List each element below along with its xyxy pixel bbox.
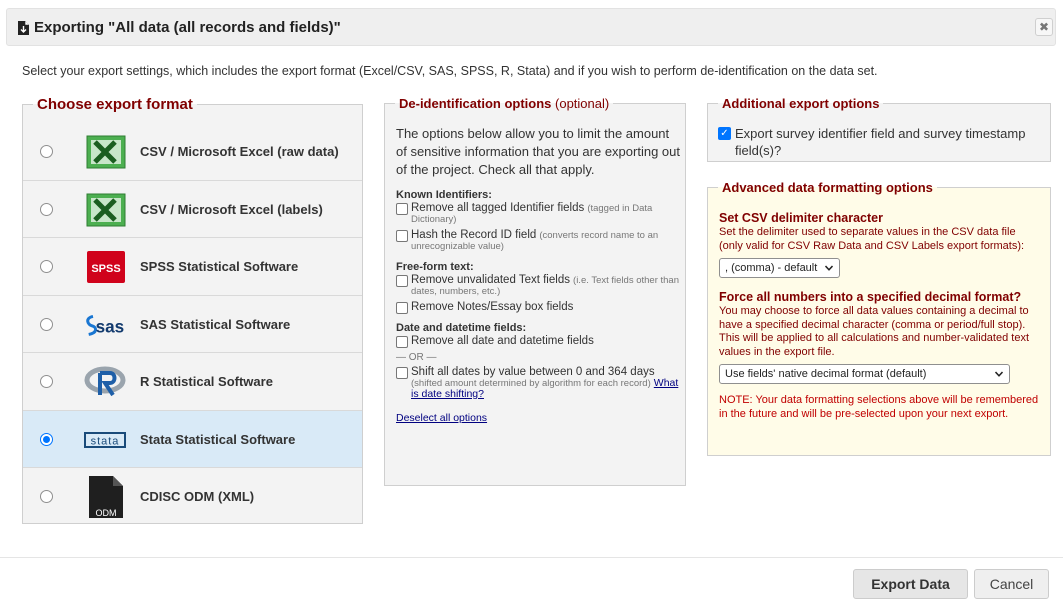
delimiter-select-value: , (comma) - default bbox=[725, 262, 818, 274]
decimal-description: You may choose to force all data values … bbox=[719, 305, 1030, 358]
stata-icon-text: stata bbox=[91, 435, 120, 447]
advanced-formatting-group: Advanced data formatting options Set CSV… bbox=[707, 180, 1051, 456]
format-option-stata[interactable]: stata Stata Statistical Software bbox=[23, 410, 362, 468]
shift-dates-option[interactable]: Shift all dates by value between 0 and 3… bbox=[396, 366, 680, 400]
free-form-title: Free-form text: bbox=[396, 261, 474, 273]
sas-icon-text: sas bbox=[96, 316, 125, 336]
stata-icon: stata bbox=[84, 431, 126, 448]
export-survey-fields-option[interactable]: ✓ Export survey identifier field and sur… bbox=[718, 125, 1038, 159]
deidentification-intro: The options below allow you to limit the… bbox=[396, 126, 680, 177]
remove-notes-option[interactable]: Remove Notes/Essay box fields bbox=[396, 301, 680, 314]
odm-icon-text: ODM bbox=[96, 508, 117, 518]
decimal-select[interactable]: Use fields' native decimal format (defau… bbox=[719, 364, 1010, 384]
format-label: SPSS Statistical Software bbox=[140, 259, 299, 274]
format-label: CSV / Microsoft Excel (raw data) bbox=[140, 144, 339, 159]
format-label: CSV / Microsoft Excel (labels) bbox=[140, 201, 323, 217]
remove-identifiers-label: Remove all tagged Identifier fields bbox=[411, 202, 585, 214]
additional-options-legend: Additional export options bbox=[722, 96, 880, 111]
remove-dates-checkbox[interactable] bbox=[396, 336, 408, 348]
delimiter-select[interactable]: , (comma) - default bbox=[719, 258, 841, 278]
format-label: CDISC ODM (XML) bbox=[140, 489, 255, 504]
remove-dates-label: Remove all date and datetime fields bbox=[411, 335, 594, 347]
spss-icon-text: SPSS bbox=[91, 263, 120, 275]
footer-divider bbox=[0, 557, 1063, 558]
or-separator: — OR — bbox=[396, 352, 437, 363]
deidentification-legend: De-identification options (optional) bbox=[395, 96, 613, 111]
dialog-titlebar: Exporting "All data (all records and fie… bbox=[6, 8, 1056, 46]
hash-record-id-checkbox[interactable] bbox=[396, 230, 408, 242]
remove-dates-option[interactable]: Remove all date and datetime fields bbox=[396, 335, 680, 348]
additional-options-group: Additional export options ✓ Export surve… bbox=[707, 96, 1051, 162]
format-option-r[interactable]: R Statistical Software bbox=[23, 353, 362, 411]
export-format-group: Choose export format CSV / Microsoft Exc… bbox=[22, 96, 363, 524]
deidentification-group: De-identification options (optional) The… bbox=[384, 96, 686, 486]
export-survey-fields-checkbox[interactable]: ✓ bbox=[718, 127, 731, 140]
dialog-title: Exporting "All data (all records and fie… bbox=[34, 19, 341, 36]
shift-dates-label: Shift all dates by value between 0 and 3… bbox=[411, 366, 655, 378]
format-label: R Statistical Software bbox=[140, 374, 273, 389]
export-format-list: CSV / Microsoft Excel (raw data) CSV / M… bbox=[23, 123, 362, 526]
excel-icon bbox=[86, 135, 126, 169]
close-icon[interactable]: ✖ bbox=[1039, 20, 1049, 34]
remove-unvalidated-checkbox[interactable] bbox=[396, 275, 408, 287]
format-radio-csv-labels[interactable] bbox=[40, 202, 53, 216]
format-radio-csv-raw[interactable] bbox=[40, 145, 53, 158]
chevron-down-icon bbox=[995, 371, 1003, 377]
remove-unvalidated-option[interactable]: Remove unvalidated Text fields (i.e. Tex… bbox=[396, 274, 680, 297]
hash-record-id-option[interactable]: Hash the Record ID field (converts recor… bbox=[396, 229, 680, 252]
format-radio-r[interactable] bbox=[40, 375, 53, 388]
delimiter-heading: Set CSV delimiter character bbox=[719, 211, 883, 225]
date-fields-title: Date and datetime fields: bbox=[396, 322, 527, 334]
decimal-select-value: Use fields' native decimal format (defau… bbox=[725, 368, 927, 380]
format-option-sas[interactable]: sas SAS Statistical Software bbox=[23, 296, 362, 353]
deidentification-legend-text: De-identification options bbox=[399, 96, 552, 111]
decimal-heading: Force all numbers into a specified decim… bbox=[719, 290, 1022, 304]
chevron-down-icon bbox=[825, 265, 834, 271]
format-radio-spss[interactable] bbox=[40, 260, 53, 273]
delimiter-description: Set the delimiter used to separate value… bbox=[719, 226, 1025, 252]
remove-notes-checkbox[interactable] bbox=[396, 302, 408, 314]
known-identifiers-title: Known Identifiers: bbox=[396, 189, 492, 201]
export-file-icon bbox=[18, 21, 29, 35]
hash-record-id-label: Hash the Record ID field bbox=[411, 229, 537, 241]
r-icon bbox=[84, 366, 126, 397]
format-radio-sas[interactable] bbox=[40, 317, 53, 331]
remove-notes-label: Remove Notes/Essay box fields bbox=[411, 301, 574, 313]
spss-icon: SPSS bbox=[87, 251, 125, 283]
remove-unvalidated-label: Remove unvalidated Text fields bbox=[411, 274, 570, 286]
format-option-csv-raw[interactable]: CSV / Microsoft Excel (raw data) bbox=[23, 123, 362, 181]
format-label: SAS Statistical Software bbox=[140, 316, 291, 332]
sas-icon: sas bbox=[86, 314, 125, 336]
deselect-all-link[interactable]: Deselect all options bbox=[396, 412, 680, 424]
dialog-intro: Select your export settings, which inclu… bbox=[22, 64, 878, 78]
formatting-note: NOTE: Your data formatting selections ab… bbox=[719, 394, 1039, 420]
format-option-odm[interactable]: ODM CDISC ODM (XML) bbox=[23, 468, 362, 526]
deidentification-legend-optional: (optional) bbox=[555, 96, 610, 111]
advanced-formatting-legend: Advanced data formatting options bbox=[722, 180, 933, 195]
close-button[interactable]: ✖ bbox=[1035, 18, 1053, 36]
export-survey-fields-label: Export survey identifier field and surve… bbox=[735, 126, 1026, 158]
format-option-csv-labels[interactable]: CSV / Microsoft Excel (labels) bbox=[23, 181, 362, 238]
shift-dates-checkbox[interactable] bbox=[396, 367, 408, 379]
format-option-spss[interactable]: SPSS SPSS Statistical Software bbox=[23, 238, 362, 296]
format-radio-stata[interactable] bbox=[40, 432, 53, 446]
export-format-legend: Choose export format bbox=[37, 96, 193, 113]
excel-icon bbox=[86, 193, 126, 226]
remove-identifiers-option[interactable]: Remove all tagged Identifier fields (tag… bbox=[396, 202, 680, 225]
remove-identifiers-checkbox[interactable] bbox=[396, 203, 408, 215]
odm-file-icon: ODM bbox=[89, 476, 123, 518]
format-label: Stata Statistical Software bbox=[140, 431, 296, 447]
format-radio-odm[interactable] bbox=[40, 490, 53, 503]
